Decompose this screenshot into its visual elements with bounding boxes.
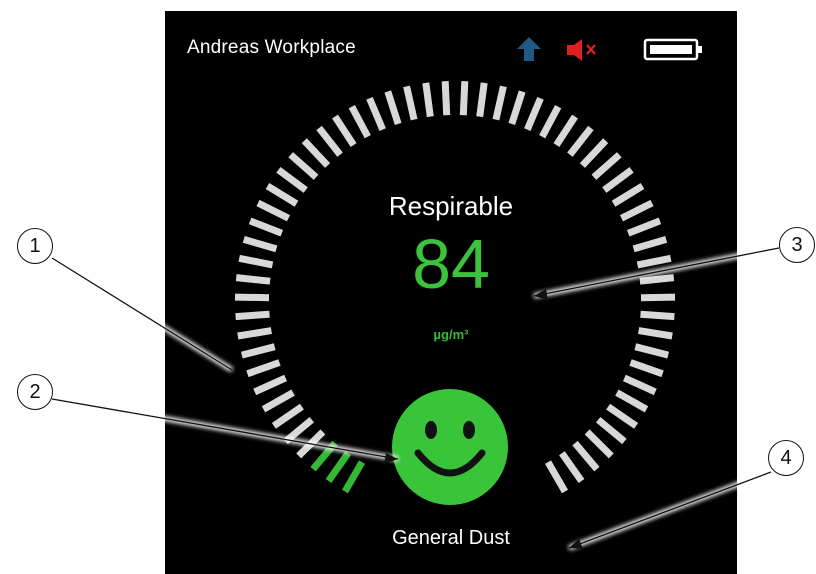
callout-line-4 xyxy=(568,469,772,551)
callout-4: 4 xyxy=(768,440,804,476)
callout-overlay xyxy=(50,245,780,551)
callout-line-1 xyxy=(50,255,234,373)
callout-2: 2 xyxy=(17,374,53,410)
callout-line-2 xyxy=(51,396,399,464)
callout-3: 3 xyxy=(779,227,815,263)
callout-1: 1 xyxy=(17,228,53,264)
callout-line-3 xyxy=(533,245,780,300)
